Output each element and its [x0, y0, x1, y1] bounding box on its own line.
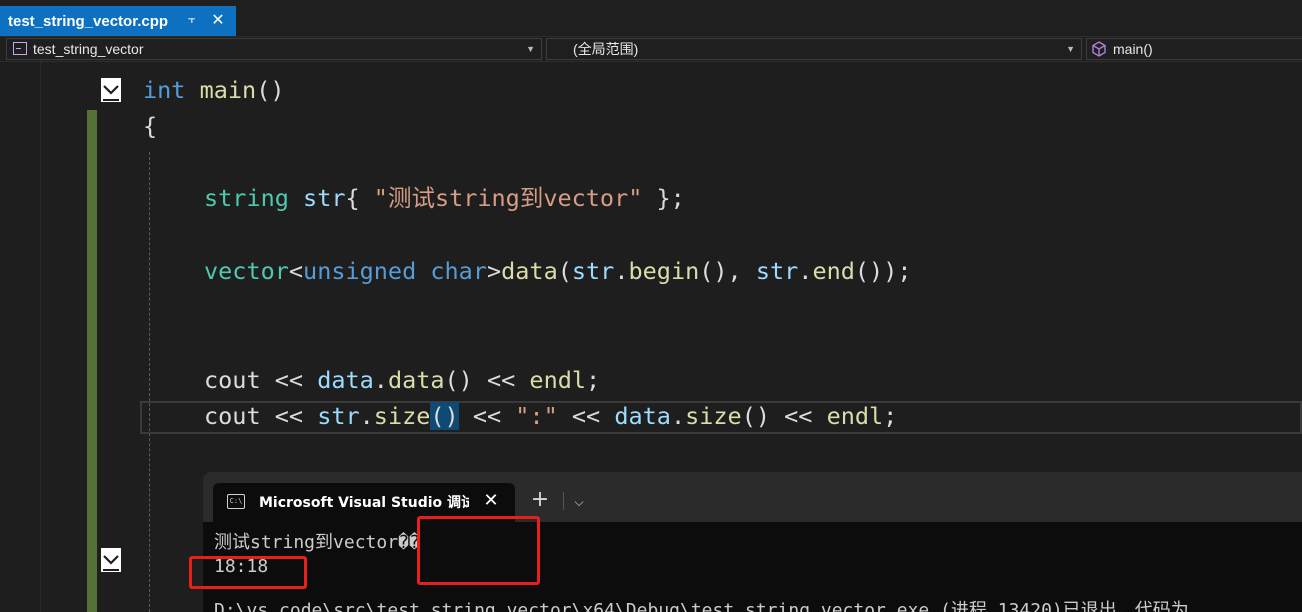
change-tracking-bar [87, 110, 97, 612]
member-dropdown[interactable]: main() [1086, 38, 1302, 60]
punctuation: ; [586, 366, 601, 394]
code-line-open-brace: { [143, 112, 158, 140]
variable-str: str [755, 257, 799, 285]
punctuation: { [345, 184, 374, 212]
method-end: end [812, 257, 855, 285]
operator: << [769, 402, 827, 430]
type-vector: vector [204, 257, 289, 285]
variable-str: str [303, 184, 346, 212]
punctuation: (), [699, 257, 756, 285]
close-icon[interactable]: ✕ [479, 489, 503, 513]
method-size: size [685, 402, 742, 430]
plus-icon[interactable]: + [529, 489, 551, 512]
indent-guide [149, 152, 150, 612]
identifier-endl: endl [826, 402, 884, 430]
console-icon: C:\ [227, 494, 245, 509]
function-main: main [199, 76, 257, 104]
punctuation: . [359, 402, 374, 430]
pin-icon[interactable]: ⫟ [188, 12, 195, 27]
variable-str: str [571, 257, 615, 285]
chevron-down-icon: ▼ [1066, 44, 1075, 54]
collapse-icon[interactable] [101, 548, 121, 572]
punctuation: () [444, 366, 473, 394]
matched-paren: ) [444, 402, 459, 430]
punctuation: }; [642, 184, 685, 212]
scope-dropdown[interactable]: (全局范围) ▼ [546, 38, 1082, 60]
punctuation: ( [557, 257, 572, 285]
annotation-box-size-output [189, 556, 307, 589]
close-icon[interactable]: ✕ [208, 10, 228, 30]
scope-label: (全局范围) [573, 41, 639, 57]
console-output-line: D:\vs_code\src\test_string_vector\x64\De… [214, 600, 1189, 612]
punctuation: () [741, 402, 770, 430]
operator: << [472, 366, 530, 394]
variable-data: data [317, 366, 374, 394]
code-line-string-decl: string str{ "测试string到vector" }; [204, 183, 685, 213]
identifier-cout: cout [204, 366, 261, 394]
punctuation: . [670, 402, 686, 430]
code-line-cout-data: cout << data.data() << endl; [204, 365, 600, 395]
punctuation: ()); [854, 257, 912, 285]
keyword-unsigned: unsigned [303, 257, 417, 285]
identifier-cout: cout [204, 402, 261, 430]
punctuation: < [288, 257, 304, 285]
project-label: test_string_vector [33, 41, 144, 57]
operator: << [260, 402, 318, 430]
chevron-down-icon[interactable]: ⌵ [569, 492, 589, 512]
variable-str: str [317, 402, 360, 430]
string-literal: "测试string到vector" [373, 184, 643, 212]
operator: << [458, 402, 516, 430]
punctuation: () [256, 76, 285, 104]
tab-test-string-vector[interactable]: test_string_vector.cpp ⫟ ✕ [0, 6, 236, 36]
identifier-endl: endl [529, 366, 587, 394]
punctuation: . [798, 257, 813, 285]
margin-divider [40, 62, 41, 612]
punctuation: . [614, 257, 629, 285]
annotation-box-garbled-output [417, 516, 540, 585]
variable-data: data [614, 402, 671, 430]
keyword-int: int [143, 76, 186, 104]
terminal-tab-bar: C:\ Microsoft Visual Studio 调试控制台 ✕ + ⌵ [203, 472, 1302, 522]
code-line-cout-size: cout << str.size() << ":" << data.size()… [204, 401, 897, 431]
chevron-down-icon: ▼ [526, 44, 535, 54]
code-line-vector-decl: vector<unsigned char>data(str.begin(), s… [204, 256, 912, 286]
operator: << [557, 402, 615, 430]
terminal-tab-title: Microsoft Visual Studio 调试控制台 [259, 495, 469, 511]
operator: << [260, 366, 318, 394]
punctuation: ; [883, 402, 898, 430]
type-string: string [204, 184, 289, 212]
code-line-main: int main() [143, 75, 285, 105]
method-data: data [387, 366, 445, 394]
method-size: size [373, 402, 431, 430]
project-icon [13, 42, 27, 55]
string-literal: ":" [515, 402, 558, 430]
method-cube-icon [1092, 41, 1106, 57]
punctuation: . [373, 366, 388, 394]
divider [563, 492, 564, 510]
navigation-bar: test_string_vector ▼ (全局范围) ▼ main() [0, 36, 1302, 62]
project-dropdown[interactable]: test_string_vector ▼ [6, 38, 542, 60]
collapse-icon[interactable] [101, 78, 121, 102]
document-tab-bar: test_string_vector.cpp ⫟ ✕ [0, 0, 1302, 36]
debug-console-window[interactable]: C:\ Microsoft Visual Studio 调试控制台 ✕ + ⌵ … [203, 472, 1302, 612]
console-output-line: 测试string到vector�� [214, 532, 420, 553]
method-begin: begin [628, 257, 700, 285]
keyword-char: char [430, 257, 487, 285]
punctuation: > [486, 257, 502, 285]
matched-paren: ( [430, 402, 445, 430]
member-label: main() [1113, 41, 1153, 57]
identifier-data: data [501, 257, 558, 285]
tab-title: test_string_vector.cpp [8, 12, 169, 30]
